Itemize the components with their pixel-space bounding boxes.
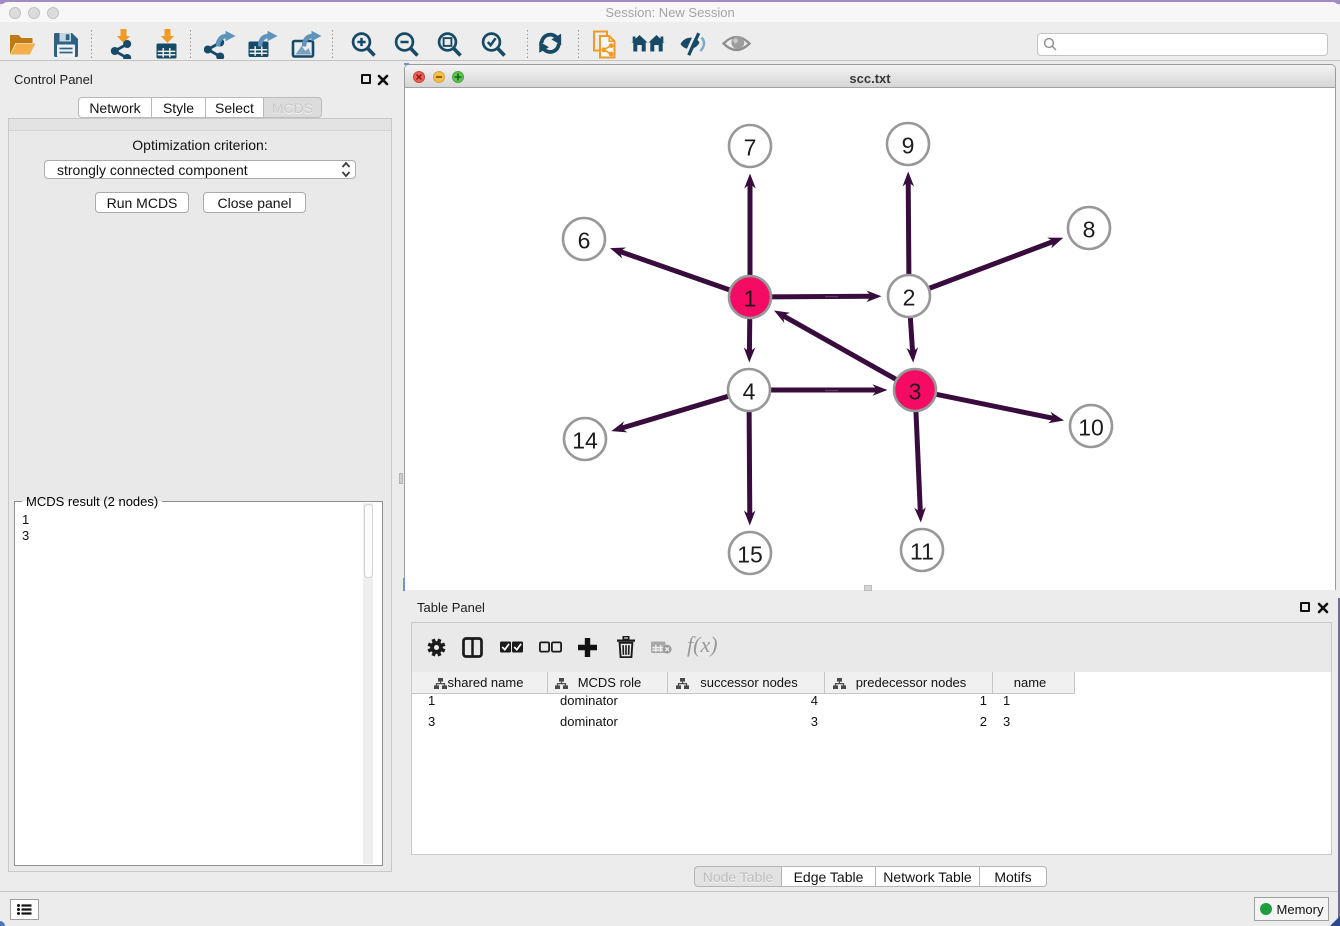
svg-text:11: 11 [910, 539, 934, 565]
svg-text:15: 15 [737, 542, 763, 568]
svg-text:1: 1 [744, 286, 757, 312]
svg-text:6: 6 [578, 228, 591, 254]
svg-text:9: 9 [902, 133, 915, 159]
svg-text:14: 14 [572, 428, 598, 454]
svg-text:7: 7 [744, 135, 757, 161]
svg-text:2: 2 [903, 285, 916, 311]
svg-text:8: 8 [1083, 217, 1096, 243]
svg-text:4: 4 [743, 379, 756, 405]
svg-text:10: 10 [1078, 415, 1104, 441]
svg-text:3: 3 [909, 379, 922, 405]
